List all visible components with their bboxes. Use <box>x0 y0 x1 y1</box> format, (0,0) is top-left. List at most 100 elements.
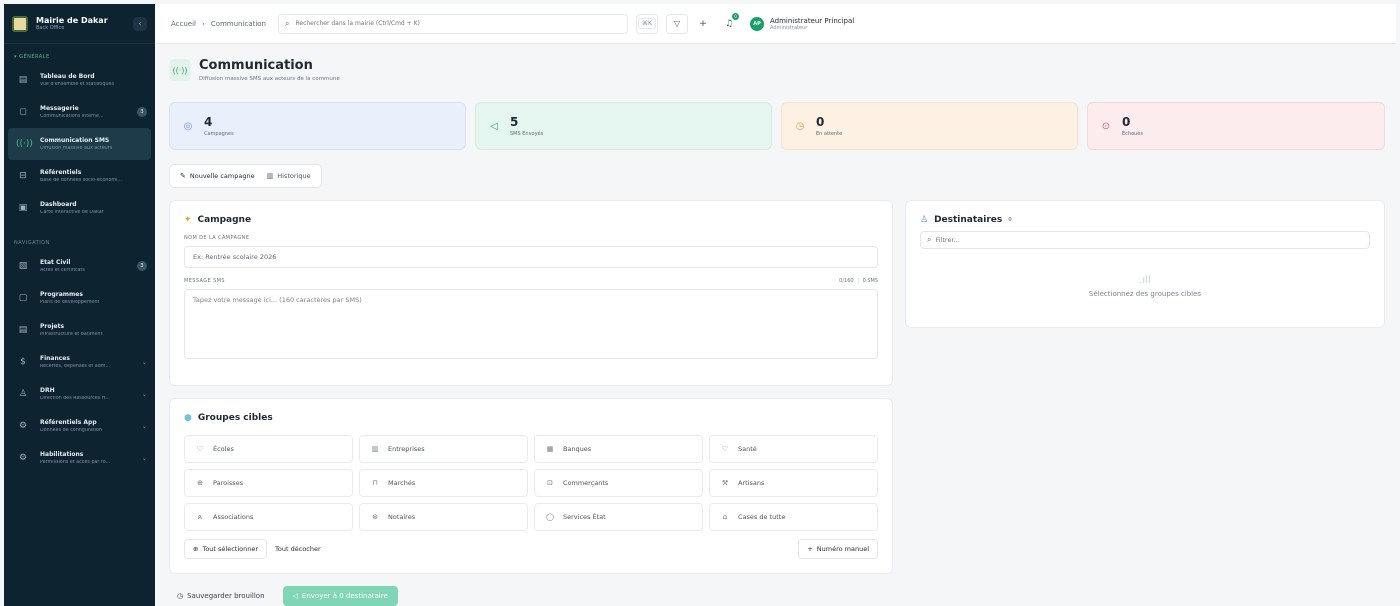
group-option[interactable]: ♡ Écoles <box>184 435 353 463</box>
send-button[interactable]: ◁ Envoyer à 0 destinataire <box>282 586 398 606</box>
search-icon: ⌕ <box>927 235 932 244</box>
group-option[interactable]: ▦ Banques <box>534 435 703 463</box>
sidebar-item-description: Diffusion massive aux acteurs <box>40 146 113 151</box>
deselect-all-button[interactable]: Tout décocher <box>267 539 329 559</box>
user-name: Administrateur Principal <box>770 16 855 25</box>
footer-actions: ◷ Sauvegarder brouillon ◁ Envoyer à 0 de… <box>169 586 398 606</box>
avatar: AP <box>750 16 764 31</box>
sidebar-item-description: Actes et certificats <box>40 268 85 273</box>
add-button[interactable]: + <box>692 14 714 34</box>
search-input[interactable] <box>295 20 621 27</box>
tab-new-campaign[interactable]: ✎ Nouvelle campagne <box>174 168 261 184</box>
sidebar-item-description: Permissions et accès par rô... <box>40 460 111 465</box>
sidebar-item-label: Tableau de Bord <box>40 73 95 80</box>
sidebar-item-label: Messagerie <box>40 105 79 112</box>
manual-number-button[interactable]: + Numéro manuel <box>798 539 878 559</box>
sidebar-item-description: Plans de développement <box>40 300 100 305</box>
tab-history[interactable]: ▥ Historique <box>261 168 317 184</box>
home-icon: ⌂ <box>722 513 728 521</box>
group-label: Notaires <box>388 513 416 521</box>
sidebar-item[interactable]: ⚙ Référentiels App Données de configuratio… <box>4 410 155 442</box>
select-all-label: Tout sélectionner <box>202 545 259 553</box>
sidebar-item[interactable]: ▤ Projets Infrastructure et bâtiment <box>4 314 155 346</box>
group-option[interactable]: ♡ Santé <box>709 435 878 463</box>
campaign-title-text: Campagne <box>197 215 252 225</box>
recipients-filter-input[interactable] <box>935 236 1363 244</box>
group-label: Entreprises <box>388 445 425 453</box>
page-subtitle: Diffusion massive SMS aux acteurs de la … <box>199 76 340 82</box>
recipients-filter[interactable]: ⌕ <box>920 231 1370 249</box>
sidebar-item-label: DRH <box>40 387 55 394</box>
group-option[interactable]: ⊡ Commerçants <box>534 469 703 497</box>
sidebar-item-description: Base de données socio-économi... <box>40 178 122 183</box>
campaign-name-placeholder: Ex: Rentrée scolaire 2026 <box>193 253 277 261</box>
stat-label: Campagnes <box>204 131 234 137</box>
group-label: Banques <box>563 445 592 453</box>
tool-icon: ⚒ <box>721 479 729 487</box>
collapse-sidebar-button[interactable]: ‹ <box>133 16 147 31</box>
sidebar-item[interactable]: ▧ État Civil Actes et certificats 3 <box>4 250 155 282</box>
send-label: Envoyer à 0 destinataire <box>301 592 388 600</box>
group-option[interactable]: ⊓ Marchés <box>359 469 528 497</box>
user-menu[interactable]: AP Administrateur Principal Administrate… <box>750 16 855 31</box>
select-all-button[interactable]: ⊕ Tout sélectionner <box>184 539 268 559</box>
group-option[interactable]: ጰ Associations <box>184 503 353 531</box>
count-badge: 3 <box>137 107 147 117</box>
save-draft-button[interactable]: ◷ Sauvegarder brouillon <box>169 586 273 606</box>
filter-button[interactable]: ▽ <box>666 13 688 34</box>
sidebar-item-description: Carte interactive de Dakar <box>40 210 104 215</box>
recipients-title-text: Destinataires <box>934 215 1003 225</box>
sidebar-item-label: État Civil <box>40 259 71 266</box>
group-option[interactable]: ⚒ Artisans <box>709 469 878 497</box>
group-option[interactable]: ⊕ Paroisses <box>184 469 353 497</box>
sidebar-item-label: Projets <box>40 323 65 330</box>
send-icon: ◁ <box>292 592 298 600</box>
sidebar-item[interactable]: ⊟ Référentiels Base de données socio-écono… <box>4 160 155 192</box>
page-header: ((·)) Communication Diffusion massive SM… <box>169 58 340 82</box>
sidebar-item[interactable]: ♙ DRH Direction des Ressources H... ⌄ <box>4 378 155 410</box>
groups-title: ● Groupes cibles <box>184 413 878 423</box>
group-label: Écoles <box>213 445 234 453</box>
message-textarea[interactable]: Tapez votre message ici... (160 caractèr… <box>184 289 878 359</box>
group-option[interactable]: ▥ Entreprises <box>359 435 528 463</box>
sidebar-item-description: Infrastructure et bâtiment <box>40 332 103 337</box>
stat-label: En attente <box>816 131 843 137</box>
breadcrumb-current: Communication <box>210 19 266 28</box>
broadcast-icon: ((·)) <box>16 139 33 149</box>
sidebar-item[interactable]: ▤ Tableau de Bord Vue d'ensemble et statis… <box>4 64 155 96</box>
group-label: Santé <box>738 445 757 453</box>
campaign-name-input[interactable]: Ex: Rentrée scolaire 2026 <box>184 246 878 268</box>
search-icon: ⌕ <box>285 18 290 28</box>
breadcrumb-home[interactable]: Accueil <box>171 20 196 28</box>
notifications-button[interactable]: ♫ 0 <box>718 12 740 34</box>
group-label: Services État <box>563 513 606 521</box>
group-label: Paroisses <box>213 479 244 487</box>
alert-icon: ⊙ <box>1101 120 1111 132</box>
sidebar-item[interactable]: ▢ Programmes Plans de développement <box>4 282 155 314</box>
sms-counter: 0 SMS <box>862 278 878 284</box>
page-title: Communication <box>199 58 313 73</box>
stat-value: 0 <box>816 115 825 129</box>
plus-icon: + <box>807 545 813 553</box>
sidebar-item[interactable]: $ Finances Recettes, dépenses et adm... ⌄ <box>4 346 155 378</box>
search-box[interactable]: ⌕ <box>278 13 628 34</box>
sidebar-item-label: Finances <box>40 355 70 362</box>
group-option[interactable]: ◯ Services État <box>534 503 703 531</box>
group-option[interactable]: ⊛ Notaires <box>359 503 528 531</box>
building-icon: ▥ <box>371 445 379 453</box>
manual-number-label: Numéro manuel <box>816 545 869 553</box>
group-label: Associations <box>213 513 254 521</box>
globe-icon: ● <box>184 413 192 423</box>
sidebar-item[interactable]: ◻ Messagerie Communications interne... 3 <box>4 96 155 128</box>
tab-bar: ✎ Nouvelle campagne ▥ Historique <box>169 164 322 188</box>
shortcut-button[interactable]: ⌘K <box>636 13 658 34</box>
database-icon: ⊟ <box>19 171 27 181</box>
sidebar-item[interactable]: ⚙ Habilitations Permissions et accès par r… <box>4 442 155 474</box>
recipients-title: ♙ Destinataires 0 <box>920 215 1370 225</box>
group-option[interactable]: ⌂ Cases de tutte <box>709 503 878 531</box>
chevron-down-icon: ⌄ <box>141 454 147 462</box>
section-title-navigation: NAVIGATION <box>14 240 50 246</box>
signal-icon: .ıll <box>1139 275 1151 286</box>
sidebar-item[interactable]: ▣ Dashboard Carte interactive de Dakar <box>4 192 155 224</box>
sidebar-item[interactable]: ((·)) Communication SMS Diffusion massive … <box>8 128 151 160</box>
